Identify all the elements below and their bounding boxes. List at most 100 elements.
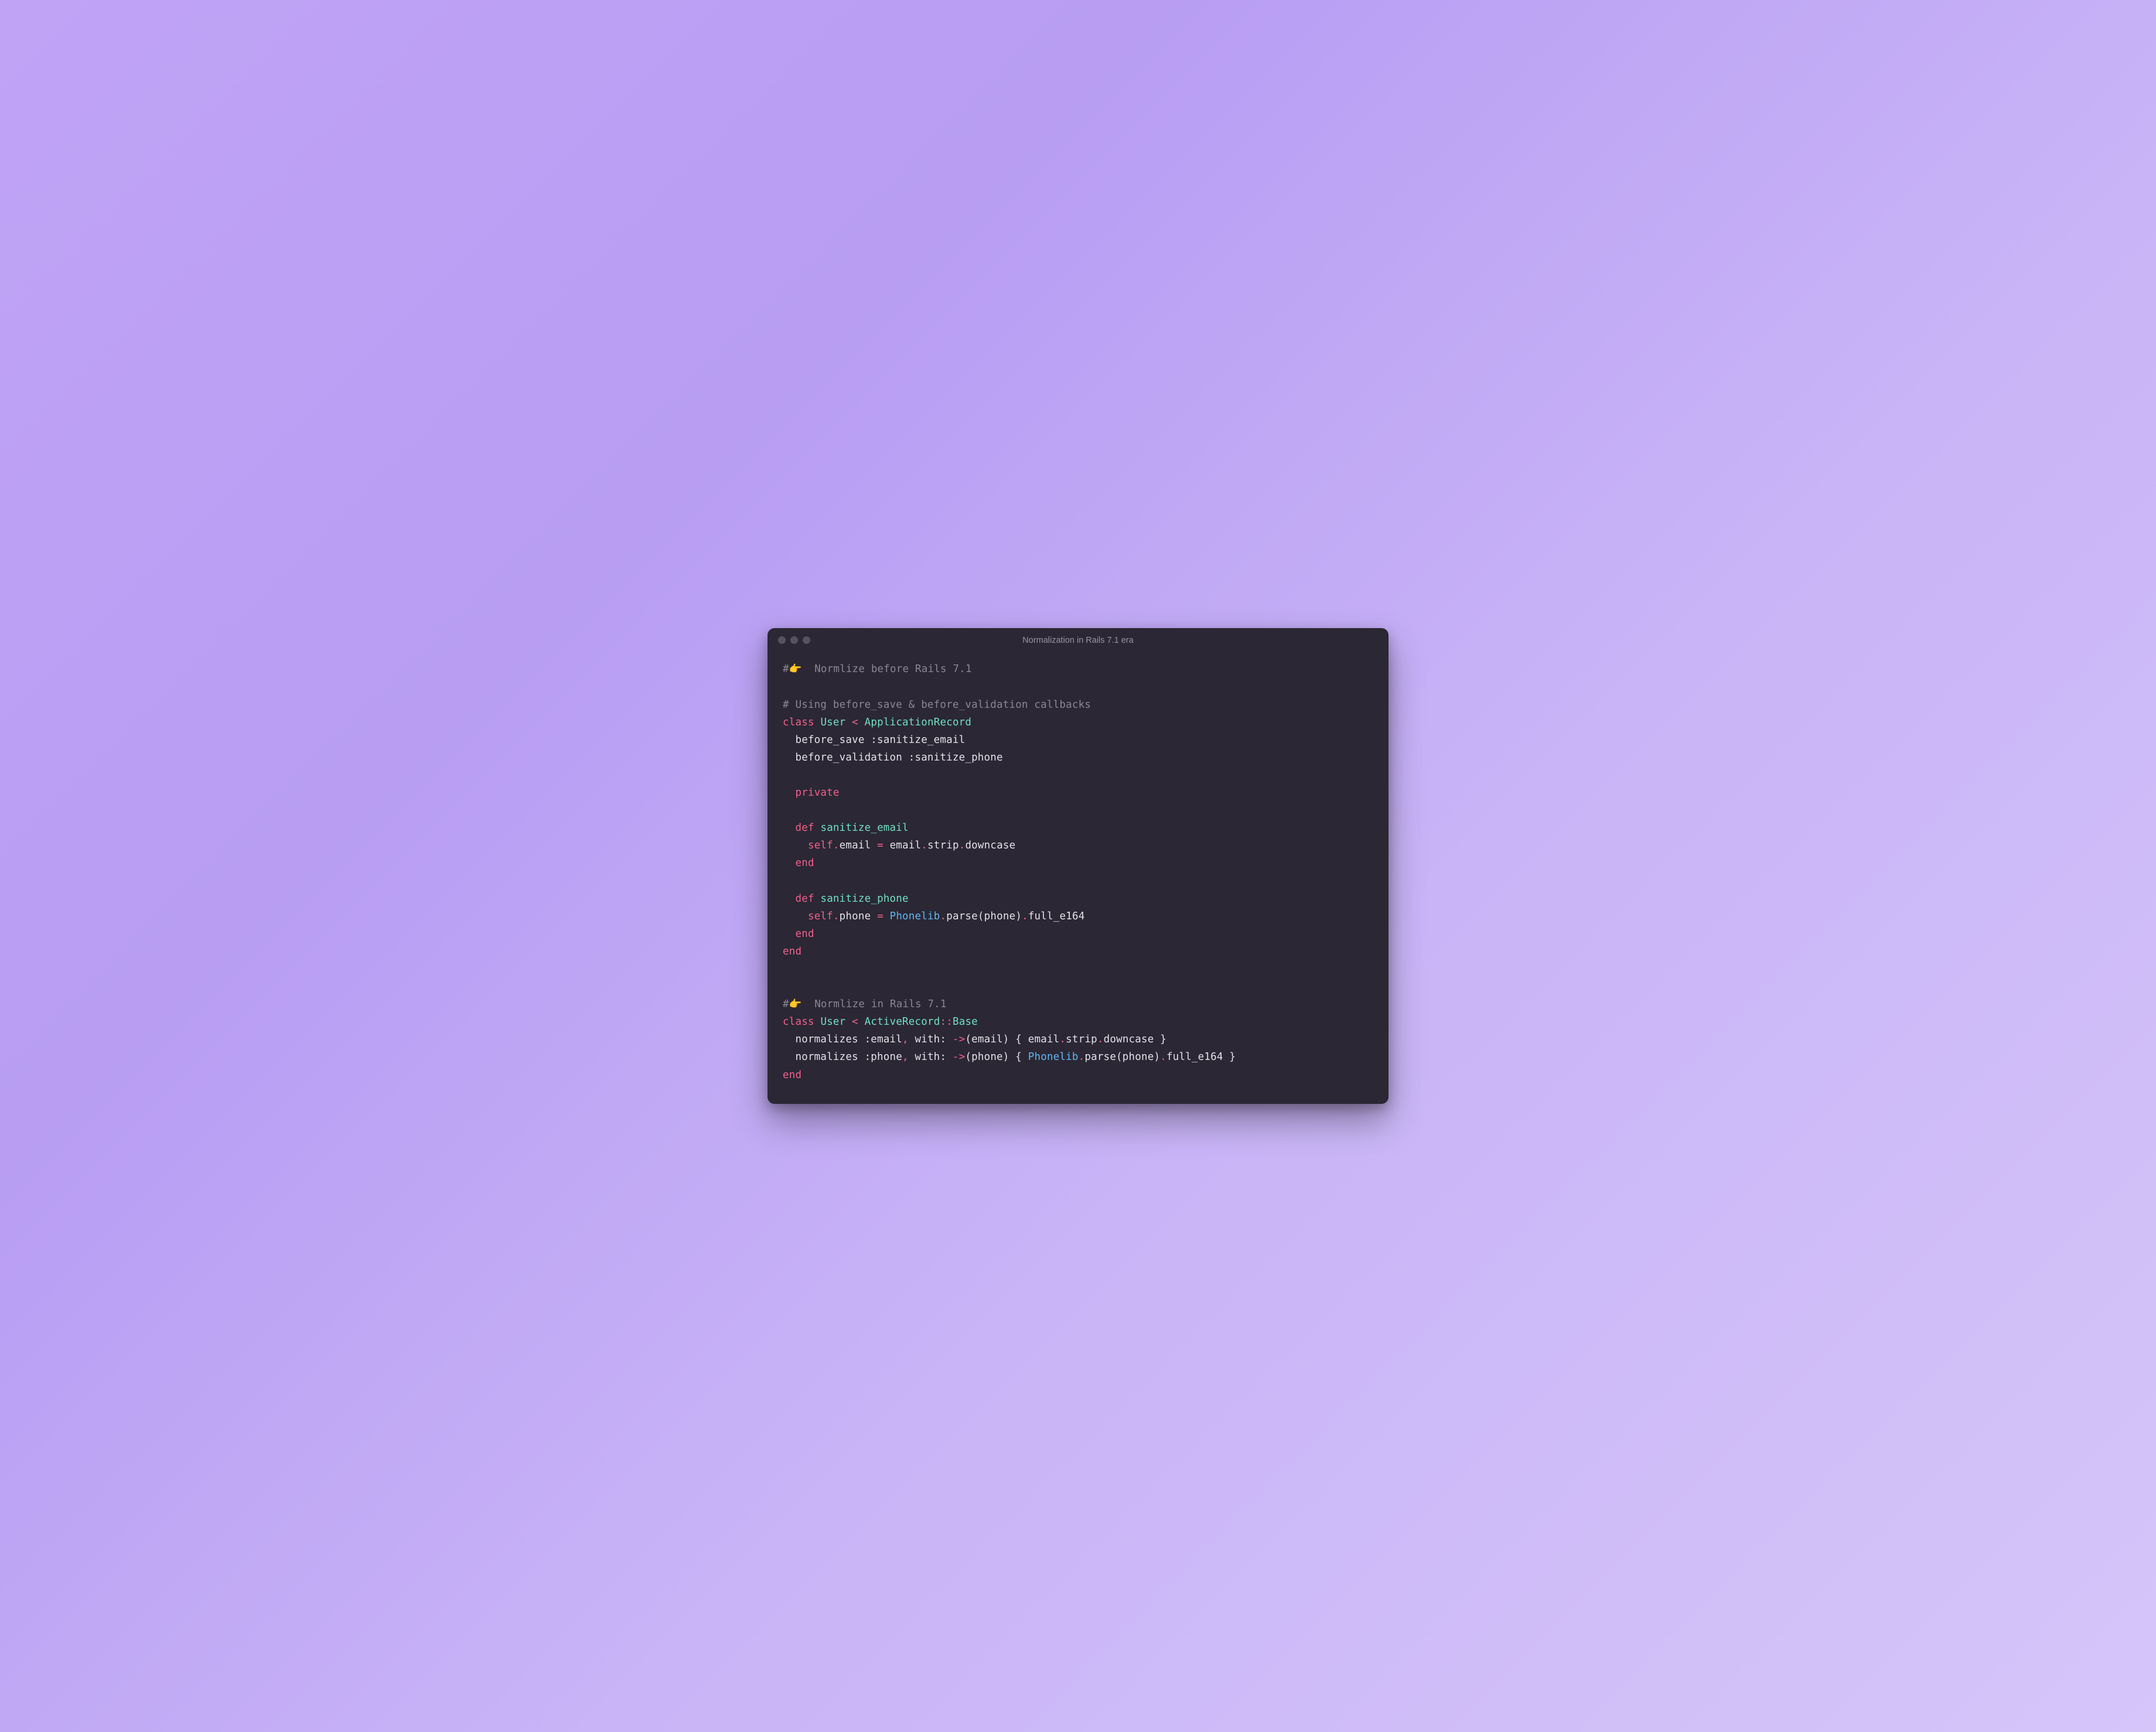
code-token: self <box>808 911 833 922</box>
code-token: Base <box>953 1016 978 1028</box>
code-token: normalizes :phone <box>783 1051 902 1063</box>
close-icon[interactable] <box>778 636 786 644</box>
code-line: end <box>783 1069 801 1081</box>
code-token: sanitize_phone <box>820 893 908 905</box>
code-token: , <box>902 1034 909 1045</box>
code-line: normalizes :email, with: ->(email) { ema… <box>783 1034 1166 1045</box>
code-token: def <box>795 822 814 834</box>
code-token: email <box>883 840 921 851</box>
code-line: normalizes :phone, with: ->(phone) { Pho… <box>783 1051 1236 1063</box>
code-token: end <box>783 1069 801 1081</box>
code-line: end <box>783 946 801 957</box>
code-line: def sanitize_phone <box>783 893 909 905</box>
code-token: strip <box>927 840 959 851</box>
code-token: . <box>1059 1034 1066 1045</box>
code-token: with: <box>909 1051 953 1063</box>
code-token: User <box>820 717 845 728</box>
code-line: end <box>783 857 814 869</box>
code-token: Phonelib <box>1028 1051 1079 1063</box>
code-token <box>783 911 808 922</box>
code-token: ApplicationRecord <box>865 717 972 728</box>
traffic-lights <box>778 636 810 644</box>
code-token <box>783 928 795 940</box>
code-window: Normalization in Rails 7.1 era #👉 Normli… <box>767 628 1389 1103</box>
code-token <box>858 1016 865 1028</box>
code-token: . <box>940 911 946 922</box>
code-line: self.email = email.strip.downcase <box>783 840 1015 851</box>
code-token: -> <box>953 1034 965 1045</box>
code-token: email <box>840 840 877 851</box>
code-token <box>783 787 795 799</box>
code-line: def sanitize_email <box>783 822 909 834</box>
code-token: < <box>852 1016 858 1028</box>
code-token <box>814 717 821 728</box>
code-token: #👉 Normlize before Rails 7.1 <box>783 663 972 675</box>
code-token: phone <box>840 911 877 922</box>
code-line: before_validation :sanitize_phone <box>783 752 1003 763</box>
code-token <box>814 1016 821 1028</box>
code-token: (email) { email <box>965 1034 1059 1045</box>
code-token <box>814 822 821 834</box>
code-token: . <box>1079 1051 1085 1063</box>
code-token: with: <box>909 1034 953 1045</box>
code-token: -> <box>953 1051 965 1063</box>
code-line: private <box>783 787 840 799</box>
code-token: :: <box>940 1016 952 1028</box>
code-token: downcase } <box>1104 1034 1166 1045</box>
code-token <box>814 893 821 905</box>
code-token <box>845 717 852 728</box>
code-token: = <box>877 840 883 851</box>
code-token <box>883 911 890 922</box>
code-token: # Using before_save & before_validation … <box>783 699 1091 711</box>
code-token: = <box>877 911 883 922</box>
code-token: . <box>833 911 840 922</box>
code-token: parse(phone) <box>946 911 1022 922</box>
code-token <box>783 893 795 905</box>
code-token <box>858 717 865 728</box>
code-token: private <box>795 787 839 799</box>
code-token: before_validation :sanitize_phone <box>783 752 1003 763</box>
code-token: end <box>795 928 814 940</box>
code-line: # Using before_save & before_validation … <box>783 699 1091 711</box>
code-token <box>845 1016 852 1028</box>
code-token: downcase <box>965 840 1015 851</box>
code-token: . <box>833 840 840 851</box>
code-token: ActiveRecord <box>865 1016 940 1028</box>
code-line: #👉 Normlize before Rails 7.1 <box>783 663 972 675</box>
code-line: end <box>783 928 814 940</box>
code-token: #👉 Normlize in Rails 7.1 <box>783 998 947 1010</box>
code-token: class <box>783 1016 814 1028</box>
code-token <box>783 857 795 869</box>
code-token: . <box>959 840 966 851</box>
code-token: , <box>902 1051 909 1063</box>
code-token: . <box>1022 911 1028 922</box>
code-token: before_save :sanitize_email <box>783 734 965 746</box>
code-token: User <box>820 1016 845 1028</box>
maximize-icon[interactable] <box>803 636 810 644</box>
code-token: full_e164 <box>1028 911 1085 922</box>
code-line: class User < ApplicationRecord <box>783 717 971 728</box>
code-token: self <box>808 840 833 851</box>
code-token: parse(phone) <box>1084 1051 1160 1063</box>
minimize-icon[interactable] <box>790 636 798 644</box>
code-token: < <box>852 717 858 728</box>
code-line: before_save :sanitize_email <box>783 734 965 746</box>
code-token: end <box>795 857 814 869</box>
code-token: . <box>1097 1034 1104 1045</box>
code-line: self.phone = Phonelib.parse(phone).full_… <box>783 911 1084 922</box>
code-block: #👉 Normlize before Rails 7.1 # Using bef… <box>767 650 1389 1103</box>
code-token <box>783 840 808 851</box>
code-line: class User < ActiveRecord::Base <box>783 1016 978 1028</box>
code-token: strip <box>1066 1034 1097 1045</box>
code-token: end <box>783 946 801 957</box>
window-title: Normalization in Rails 7.1 era <box>767 636 1389 645</box>
code-token: full_e164 } <box>1166 1051 1236 1063</box>
code-token: . <box>921 840 927 851</box>
code-token: (phone) { <box>965 1051 1028 1063</box>
code-token <box>783 822 795 834</box>
code-token: def <box>795 893 814 905</box>
code-token: Phonelib <box>890 911 940 922</box>
code-token: class <box>783 717 814 728</box>
code-token: sanitize_email <box>820 822 908 834</box>
window-titlebar: Normalization in Rails 7.1 era <box>767 628 1389 650</box>
